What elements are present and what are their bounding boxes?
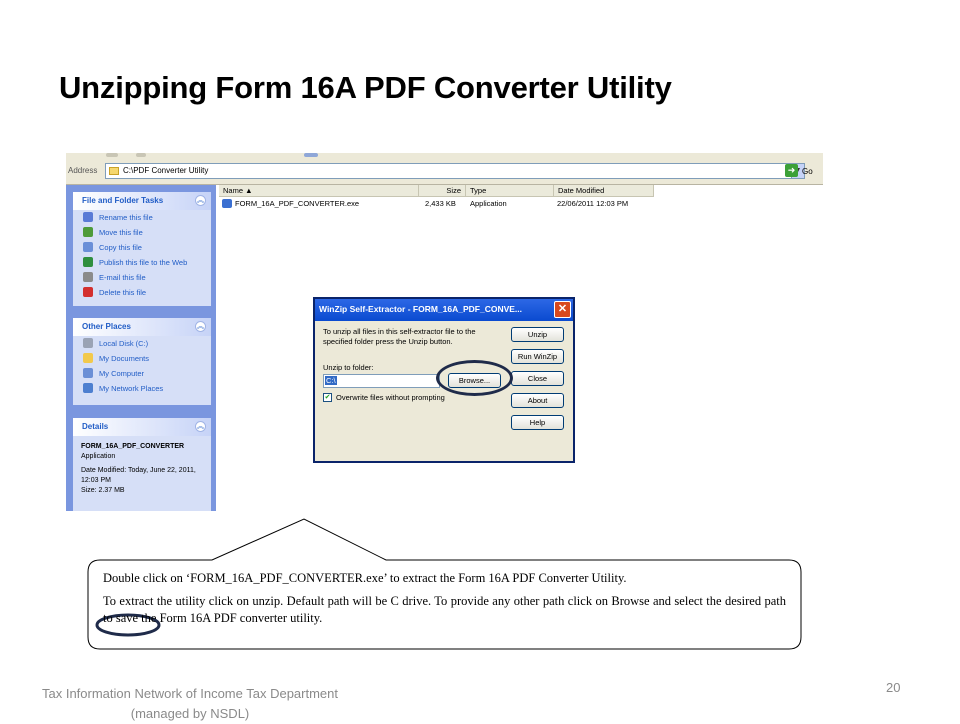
help-button[interactable]: Help bbox=[511, 415, 564, 430]
details-size: Size: 2.37 MB bbox=[81, 487, 125, 494]
dialog-titlebar: WinZip Self-Extractor - FORM_16A_PDF_CON… bbox=[315, 299, 573, 321]
winzip-exe-icon bbox=[222, 199, 232, 208]
task-link-label: My Computer bbox=[99, 369, 145, 378]
callout-text: Double click on ‘FORM_16A_PDF_CONVERTER.… bbox=[103, 570, 786, 633]
other-places-list: Local Disk (C:) My Documents My Computer My… bbox=[73, 336, 211, 396]
task-link[interactable]: E-mail this file bbox=[73, 270, 211, 285]
task-link[interactable]: My Computer bbox=[73, 366, 211, 381]
task-pane: File and Folder Tasks ︽ Rename this file… bbox=[66, 185, 216, 511]
details-file-type: Application bbox=[81, 453, 116, 460]
footer-organization: Tax Information Network of Income Tax De… bbox=[14, 684, 366, 724]
task-link-label: Delete this file bbox=[99, 288, 147, 297]
email-icon bbox=[83, 272, 93, 282]
address-value: C:\PDF Converter Utility bbox=[123, 166, 209, 175]
network-icon bbox=[83, 383, 93, 393]
task-link[interactable]: Move this file bbox=[73, 225, 211, 240]
callout-line-2: To extract the utility click on unzip. D… bbox=[103, 594, 786, 625]
unzip-button[interactable]: Unzip bbox=[511, 327, 564, 342]
task-link-label: Copy this file bbox=[99, 243, 142, 252]
details-date-modified: Date Modified: Today, June 22, 2011, 12:… bbox=[81, 467, 196, 484]
task-link[interactable]: Publish this file to the Web bbox=[73, 255, 211, 270]
task-link[interactable]: My Documents bbox=[73, 351, 211, 366]
file-row[interactable]: FORM_16A_PDF_CONVERTER.exe 2,433 KB Appl… bbox=[219, 198, 823, 210]
move-icon bbox=[83, 227, 93, 237]
address-label: Address bbox=[68, 166, 98, 175]
unzip-to-label: Unzip to folder: bbox=[323, 363, 374, 372]
copy-icon bbox=[83, 242, 93, 252]
panel-title: Details bbox=[82, 422, 109, 431]
footer-line-2: (managed by NSDL) bbox=[130, 706, 250, 721]
task-link-label: Rename this file bbox=[99, 213, 153, 222]
go-button[interactable]: Go bbox=[802, 167, 813, 176]
folder-icon bbox=[83, 353, 93, 363]
computer-icon bbox=[83, 368, 93, 378]
collapse-icon[interactable]: ︽ bbox=[195, 321, 206, 332]
callout-line-1: Double click on ‘FORM_16A_PDF_CONVERTER.… bbox=[103, 571, 627, 585]
delete-icon bbox=[83, 287, 93, 297]
collapse-icon[interactable]: ︽ bbox=[195, 195, 206, 206]
task-link[interactable]: Copy this file bbox=[73, 240, 211, 255]
column-header-type[interactable]: Type bbox=[466, 185, 554, 197]
run-winzip-button[interactable]: Run WinZip bbox=[511, 349, 564, 364]
panel-title: Other Places bbox=[82, 322, 131, 331]
overwrite-checkbox[interactable]: ✔ bbox=[323, 393, 332, 402]
page-number: 20 bbox=[886, 680, 901, 695]
column-header-size[interactable]: Size bbox=[419, 185, 466, 197]
folder-icon bbox=[109, 167, 119, 175]
details-file-name: FORM_16A_PDF_CONVERTER bbox=[81, 443, 185, 450]
address-input[interactable]: C:\PDF Converter Utility ▼ bbox=[105, 163, 805, 179]
task-link[interactable]: Rename this file bbox=[73, 210, 211, 225]
panel-title: File and Folder Tasks bbox=[82, 196, 164, 205]
file-date: 22/06/2011 12:03 PM bbox=[557, 199, 629, 208]
globe-icon bbox=[83, 257, 93, 267]
overwrite-label: Overwrite files without prompting bbox=[336, 393, 445, 402]
file-tasks-list: Rename this file Move this file Copy this … bbox=[73, 210, 211, 300]
slide-title: Unzipping Form 16A PDF Converter Utility bbox=[59, 70, 672, 105]
task-link-label: Move this file bbox=[99, 228, 143, 237]
address-bar: Address C:\PDF Converter Utility ▼ ➜ Go bbox=[66, 160, 823, 185]
unzip-folder-input[interactable]: C:\ bbox=[323, 374, 440, 388]
task-link-label: Publish this file to the Web bbox=[99, 258, 188, 267]
close-icon[interactable]: ✕ bbox=[554, 301, 571, 318]
task-link[interactable]: Local Disk (C:) bbox=[73, 336, 211, 351]
file-type: Application bbox=[470, 199, 507, 208]
file-size: 2,433 KB bbox=[425, 199, 456, 208]
disk-icon bbox=[83, 338, 93, 348]
task-link[interactable]: Delete this file bbox=[73, 285, 211, 300]
dialog-title: WinZip Self-Extractor - FORM_16A_PDF_CON… bbox=[319, 304, 523, 314]
column-header-date[interactable]: Date Modified bbox=[554, 185, 654, 197]
footer-line-1: Tax Information Network of Income Tax De… bbox=[42, 686, 338, 701]
close-button[interactable]: Close bbox=[511, 371, 564, 386]
task-link-label: My Network Places bbox=[99, 384, 164, 393]
other-places-panel: Other Places ︽ Local Disk (C:) My Documen… bbox=[73, 318, 211, 405]
file-folder-tasks-panel: File and Folder Tasks ︽ Rename this file… bbox=[73, 192, 211, 306]
details-panel: Details ︽ FORM_16A_PDF_CONVERTER Applica… bbox=[73, 418, 211, 511]
file-name: FORM_16A_PDF_CONVERTER.exe bbox=[235, 199, 360, 208]
task-link-label: E-mail this file bbox=[99, 273, 146, 282]
task-link[interactable]: My Network Places bbox=[73, 381, 211, 396]
task-link-label: Local Disk (C:) bbox=[99, 339, 149, 348]
rename-icon bbox=[83, 212, 93, 222]
column-header-name[interactable]: Name ▲ bbox=[219, 185, 419, 197]
browse-highlight-ring bbox=[436, 360, 513, 396]
about-button[interactable]: About bbox=[511, 393, 564, 408]
dialog-instructions: To unzip all files in this self-extracto… bbox=[323, 327, 476, 346]
collapse-icon[interactable]: ︽ bbox=[195, 421, 206, 432]
task-link-label: My Documents bbox=[99, 354, 150, 363]
go-arrow-icon[interactable]: ➜ bbox=[785, 164, 798, 177]
